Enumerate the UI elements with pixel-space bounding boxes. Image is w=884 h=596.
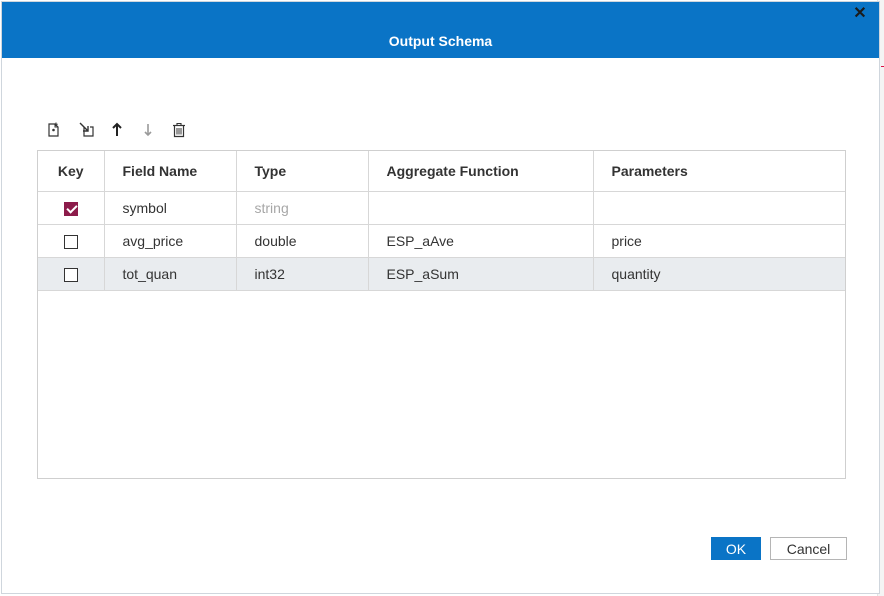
parameters-cell[interactable]: price [593,224,845,258]
column-header-key[interactable]: Key [38,151,105,192]
column-header-parameters[interactable]: Parameters [593,151,845,192]
aggregate-function-cell[interactable]: ESP_aSum [368,257,594,291]
type-cell[interactable]: string [236,191,369,225]
table-row[interactable]: avg_price double ESP_aAve price [38,224,845,258]
field-name-cell[interactable]: symbol [104,191,237,225]
key-checkbox[interactable] [63,234,78,249]
field-name-cell[interactable]: avg_price [104,224,237,258]
type-cell[interactable]: double [236,224,369,258]
insert-field-icon[interactable] [77,120,97,140]
dialog-titlebar: Output Schema ✕ [2,2,879,58]
field-name-cell[interactable]: tot_quan [104,257,237,291]
key-checkbox[interactable] [63,201,78,216]
key-cell [38,257,105,291]
dialog-title: Output Schema [388,33,493,49]
aggregate-function-cell[interactable] [368,191,594,225]
table-row[interactable]: symbol string [38,191,845,225]
move-up-icon[interactable] [107,120,127,140]
cancel-button[interactable]: Cancel [770,537,847,560]
type-cell[interactable]: int32 [236,257,369,291]
key-cell [38,191,105,225]
aggregate-function-cell[interactable]: ESP_aAve [368,224,594,258]
column-header-field-name[interactable]: Field Name [104,151,237,192]
close-icon[interactable]: ✕ [853,6,867,22]
parameters-cell[interactable] [593,191,845,225]
key-checkbox[interactable] [63,267,78,282]
ok-button[interactable]: OK [711,537,761,560]
output-schema-dialog: Output Schema ✕ Key Field Name Type Aggr… [1,1,880,594]
table-row[interactable]: tot_quan int32 ESP_aSum quantity [38,257,845,291]
key-cell [38,224,105,258]
column-header-aggregate-function[interactable]: Aggregate Function [368,151,594,192]
parameters-cell[interactable]: quantity [593,257,845,291]
move-down-icon[interactable] [138,120,158,140]
column-header-type[interactable]: Type [236,151,369,192]
grid-header-row: Key Field Name Type Aggregate Function P… [38,151,845,192]
schema-grid: Key Field Name Type Aggregate Function P… [37,150,846,479]
delete-icon[interactable] [169,120,189,140]
add-field-icon[interactable] [44,120,64,140]
